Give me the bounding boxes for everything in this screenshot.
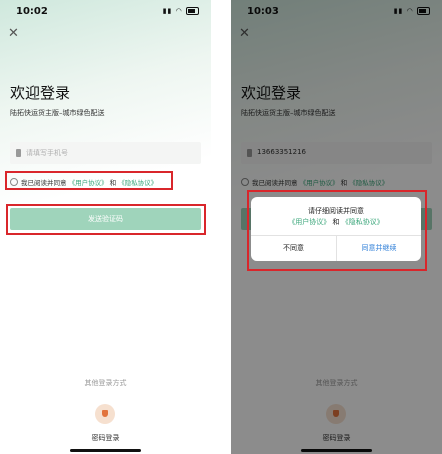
other-login-label: 其他登录方式: [84, 379, 127, 387]
phone-placeholder: 请填写手机号: [26, 149, 68, 157]
dialog-highlight-box: [247, 190, 427, 271]
page-subtitle: 陆拓快运货主版–城市绿色配送: [10, 109, 105, 117]
password-login-link[interactable]: 密码登录: [0, 433, 211, 443]
page-title: 欢迎登录: [10, 84, 71, 102]
close-icon[interactable]: ✕: [8, 26, 19, 41]
home-indicator: [70, 449, 141, 452]
signal-icon: ▮▮: [162, 7, 173, 15]
wifi-icon: ◠: [175, 7, 183, 15]
login-screen-step2: 10:03 ▮▮ ◠ ✕ 欢迎登录 陆拓快运货主版–城市绿色配送 1366335…: [231, 0, 442, 454]
login-screen-step1: 10:02 ▮▮ ◠ ✕ 欢迎登录 陆拓快运货主版–城市绿色配送 请填写手机号 …: [0, 0, 211, 454]
phone-input[interactable]: 请填写手机号: [10, 142, 201, 164]
send-button-highlight-box: [6, 204, 206, 235]
status-time: 10:02: [16, 6, 48, 17]
battery-icon: [186, 7, 199, 15]
agreement-highlight-box: [5, 171, 173, 190]
status-icons: ▮▮ ◠: [163, 7, 199, 15]
phone-icon: [16, 149, 21, 157]
lock-icon[interactable]: [95, 404, 115, 424]
